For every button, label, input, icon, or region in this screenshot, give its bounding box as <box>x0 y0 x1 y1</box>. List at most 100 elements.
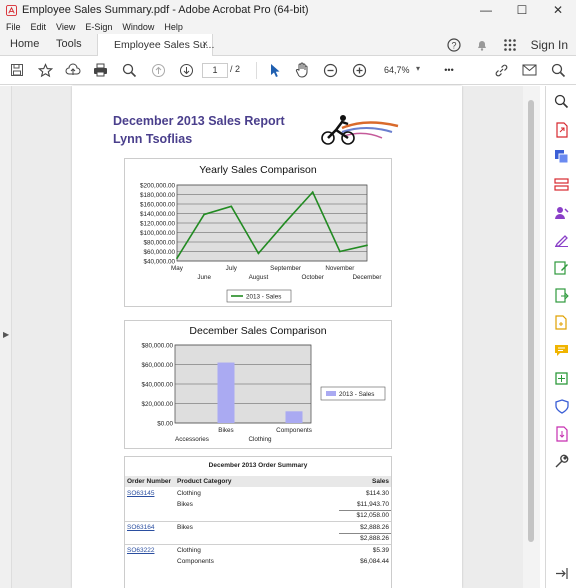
expand-left-panel-icon[interactable]: ▶ <box>3 330 9 339</box>
menu-help[interactable]: Help <box>164 22 183 32</box>
order-category: Clothing <box>177 547 201 554</box>
upload-cloud-icon[interactable] <box>64 61 82 79</box>
protect-shield-icon[interactable] <box>553 398 570 415</box>
subtotal-divider <box>339 510 391 511</box>
search-zoom-icon[interactable] <box>120 61 138 79</box>
export-pdf-icon[interactable] <box>553 121 570 138</box>
zoom-level[interactable]: 64,7% <box>384 65 410 75</box>
apps-grid-icon[interactable] <box>501 36 519 54</box>
data-point <box>203 213 206 216</box>
bar <box>217 362 235 423</box>
yearly-sales-chart: Yearly Sales Comparison $200,000.00 $180,… <box>124 158 392 307</box>
acrobat-app-icon <box>6 4 17 16</box>
y-tick-label: $0.00 <box>157 420 173 427</box>
maximize-button[interactable]: ☐ <box>504 0 540 20</box>
search-tool-icon[interactable] <box>553 93 570 110</box>
comment-icon[interactable] <box>553 342 570 359</box>
legend-swatch <box>326 391 336 396</box>
right-tools-panel <box>545 86 576 588</box>
x-tick-label: Bikes <box>218 427 233 434</box>
document-viewer[interactable]: ▶ December 2013 Sales Report Lynn Tsofli… <box>0 86 540 588</box>
tab-tools[interactable]: Tools <box>56 38 82 50</box>
order-number-link[interactable]: SO63164 <box>127 524 154 531</box>
zoom-out-icon[interactable] <box>321 61 339 79</box>
header-product-category: Product Category <box>177 478 232 485</box>
select-cursor-icon[interactable] <box>266 61 284 79</box>
menu-esign[interactable]: E-Sign <box>85 22 112 32</box>
order-number-link[interactable]: SO63222 <box>127 547 154 554</box>
print-production-icon[interactable] <box>553 370 570 387</box>
legend-label: 2013 - Sales <box>339 391 374 398</box>
order-number-link[interactable]: SO63145 <box>127 490 154 497</box>
minimize-button[interactable]: — <box>468 0 504 20</box>
menu-edit[interactable]: Edit <box>31 22 47 32</box>
organize-pages-icon[interactable] <box>553 176 570 193</box>
export-pdf-green-icon[interactable] <box>553 287 570 304</box>
collapse-panel-icon[interactable] <box>553 565 570 582</box>
x-tick-label: September <box>270 265 301 272</box>
x-tick-label: Clothing <box>248 436 272 443</box>
zoom-in-icon[interactable] <box>350 61 368 79</box>
save-icon[interactable] <box>8 61 26 79</box>
svg-text:?: ? <box>451 41 456 51</box>
bell-icon[interactable] <box>473 36 491 54</box>
scrollbar-thumb[interactable] <box>528 100 534 542</box>
page-total: / 2 <box>230 64 241 74</box>
help-icon[interactable]: ? <box>445 36 463 54</box>
data-point <box>176 257 178 260</box>
more-tools-wrench-icon[interactable] <box>553 453 570 470</box>
window-title: Employee Sales Summary.pdf - Adobe Acrob… <box>22 4 309 16</box>
y-tick-label: $160,000.00 <box>140 201 176 208</box>
tab-document[interactable]: Employee Sales Su... × <box>97 34 214 56</box>
share-link-icon[interactable] <box>492 61 510 79</box>
order-sales: $11,943.70 <box>356 501 389 508</box>
previous-page-icon[interactable] <box>149 61 167 79</box>
x-tick-label: Components <box>276 427 312 434</box>
pdf-page: December 2013 Sales Report Lynn Tsoflias… <box>72 86 462 588</box>
more-tools-button[interactable]: ••• <box>440 61 458 79</box>
create-pdf-icon[interactable] <box>553 314 570 331</box>
request-signature-icon[interactable] <box>553 204 570 221</box>
y-tick-label: $180,000.00 <box>140 192 176 199</box>
order-category: Bikes <box>177 524 193 531</box>
compress-pdf-icon[interactable] <box>553 425 570 442</box>
left-panel-toggle[interactable]: ▶ <box>0 86 12 588</box>
menu-file[interactable]: File <box>6 22 21 32</box>
page-number-input[interactable]: 1 <box>202 63 228 78</box>
print-icon[interactable] <box>91 61 109 79</box>
tab-home[interactable]: Home <box>10 38 39 50</box>
menu-view[interactable]: View <box>56 22 75 32</box>
hand-tool-icon[interactable] <box>293 61 311 79</box>
chevron-down-icon[interactable]: ▾ <box>416 64 420 73</box>
order-category: Components <box>177 558 214 565</box>
row-divider <box>125 521 391 522</box>
x-tick-label: November <box>325 265 354 272</box>
menu-window[interactable]: Window <box>122 22 154 32</box>
star-icon[interactable] <box>36 61 54 79</box>
y-tick-label: $60,000.00 <box>143 249 175 256</box>
sign-in-button[interactable]: Sign In <box>531 38 568 52</box>
fill-sign-icon[interactable] <box>553 231 570 248</box>
subtotal-divider <box>339 533 391 534</box>
order-summary-title: December 2013 Order Summary <box>208 462 308 469</box>
next-page-icon[interactable] <box>177 61 195 79</box>
order-summary-table: December 2013 Order Summary Order Number… <box>124 456 392 588</box>
edit-pdf-icon[interactable] <box>553 259 570 276</box>
order-sales: $6,084.44 <box>360 558 389 565</box>
report-author: Lynn Tsoflias <box>113 132 193 146</box>
email-icon[interactable] <box>520 61 538 79</box>
menu-bar: File Edit View E-Sign Window Help <box>0 20 576 34</box>
header-order-number: Order Number <box>127 478 172 485</box>
vertical-scrollbar[interactable] <box>523 86 540 588</box>
y-tick-label: $140,000.00 <box>140 211 176 218</box>
combine-files-icon[interactable] <box>553 148 570 165</box>
x-tick-label: July <box>226 265 238 272</box>
close-tab-button[interactable]: × <box>202 39 208 50</box>
close-window-button[interactable]: ✕ <box>540 0 576 20</box>
search-icon[interactable] <box>549 61 567 79</box>
y-tick-label: $80,000.00 <box>143 239 175 246</box>
yearly-chart-svg: $200,000.00 $180,000.00 $160,000.00 $140,00… <box>140 182 382 303</box>
header-sales: Sales <box>372 478 389 485</box>
x-tick-label: December <box>352 274 381 281</box>
data-point <box>230 205 233 208</box>
